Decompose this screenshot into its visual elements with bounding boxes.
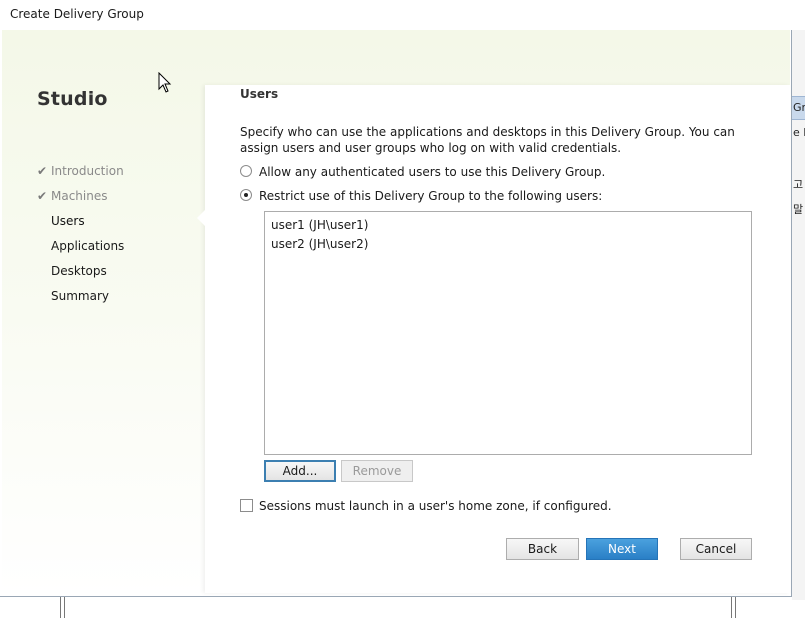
- mouse-pointer-icon: [158, 72, 172, 93]
- dialog-client-area: Studio ✔ Introduction ✔ Machines Users A…: [2, 30, 790, 595]
- restrict-users-option[interactable]: Restrict use of this Delivery Group to t…: [240, 188, 602, 204]
- step-summary: Summary: [37, 286, 197, 311]
- step-applications: Applications: [37, 236, 197, 261]
- background-text: Gro: [793, 101, 805, 114]
- page-title: Users: [240, 87, 279, 101]
- allow-all-label: Allow any authenticated users to use thi…: [259, 165, 606, 179]
- window-title: Create Delivery Group: [10, 7, 144, 21]
- create-delivery-group-dialog: Create Delivery Group Studio ✔ Introduct…: [0, 0, 792, 597]
- allow-all-radio[interactable]: [240, 165, 252, 177]
- back-button[interactable]: Back: [506, 538, 579, 560]
- step-desktops: Desktops: [37, 261, 197, 286]
- allow-all-users-option[interactable]: Allow any authenticated users to use thi…: [240, 164, 605, 180]
- background-divider: [60, 597, 65, 618]
- step-label: Introduction: [51, 164, 124, 178]
- restrict-label: Restrict use of this Delivery Group to t…: [259, 189, 603, 203]
- remove-button[interactable]: Remove: [341, 460, 413, 482]
- desktop: Gro e I 고 말 Create Delivery Group Studio…: [0, 0, 805, 618]
- studio-brand: Studio: [37, 88, 108, 110]
- home-zone-option[interactable]: Sessions must launch in a user's home zo…: [240, 498, 612, 514]
- add-button[interactable]: Add...: [264, 460, 336, 482]
- wizard-steps: ✔ Introduction ✔ Machines Users Applicat…: [37, 161, 197, 311]
- restrict-radio[interactable]: [240, 189, 252, 201]
- home-zone-checkbox[interactable]: [240, 499, 253, 512]
- step-label: Users: [51, 214, 85, 228]
- page-description: Specify who can use the applications and…: [240, 125, 735, 155]
- background-text: 고: [793, 178, 804, 191]
- checkmark-icon: ✔: [37, 189, 48, 203]
- step-introduction: ✔ Introduction: [37, 161, 197, 186]
- step-label: Machines: [51, 189, 108, 203]
- current-step-pointer: [197, 210, 205, 226]
- list-item[interactable]: user2 (JH\user2): [265, 235, 751, 254]
- step-machines: ✔ Machines: [37, 186, 197, 211]
- background-divider: [731, 597, 736, 618]
- step-users: Users: [37, 211, 197, 236]
- user-list[interactable]: user1 (JH\user1) user2 (JH\user2): [264, 211, 752, 455]
- checkmark-icon: ✔: [37, 164, 48, 178]
- background-text: e I: [793, 126, 805, 139]
- list-item[interactable]: user1 (JH\user1): [265, 216, 751, 235]
- cancel-button[interactable]: Cancel: [680, 538, 752, 560]
- title-bar[interactable]: Create Delivery Group: [0, 0, 792, 30]
- home-zone-label: Sessions must launch in a user's home zo…: [259, 499, 612, 513]
- step-label: Desktops: [51, 264, 107, 278]
- next-button[interactable]: Next: [586, 538, 658, 560]
- background-text: 말: [793, 203, 804, 216]
- step-label: Summary: [51, 289, 109, 303]
- step-label: Applications: [51, 239, 125, 253]
